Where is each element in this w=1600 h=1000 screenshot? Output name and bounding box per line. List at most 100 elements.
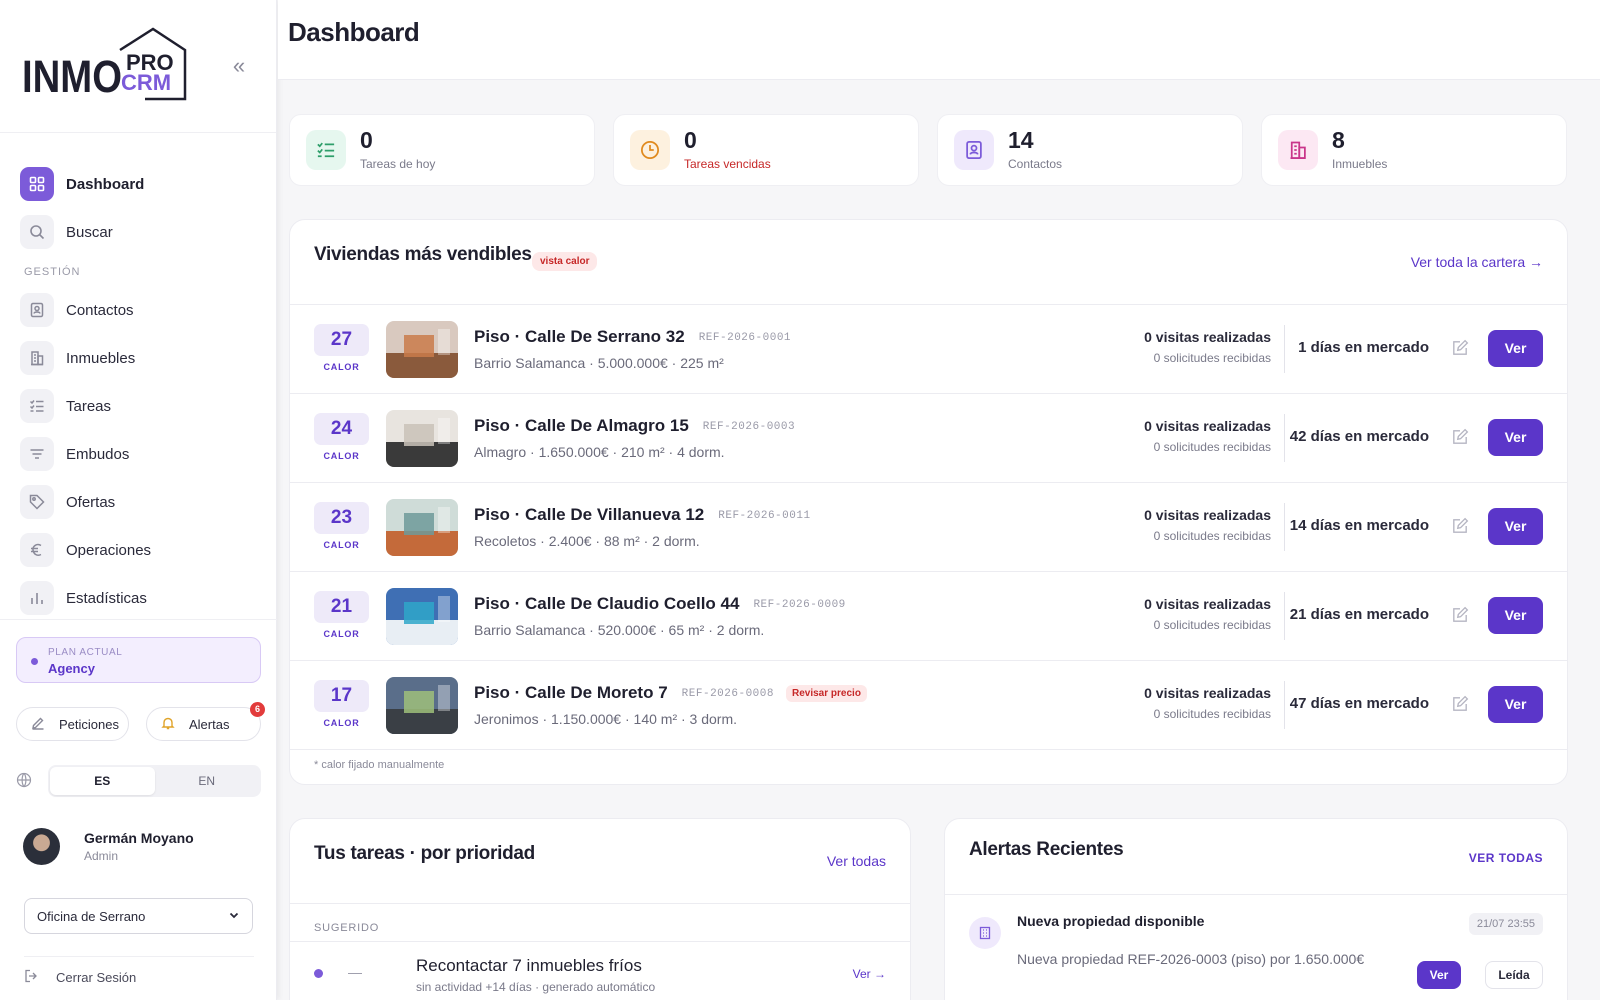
ver-property-button[interactable]: Ver <box>1488 330 1543 367</box>
property-title-text: Piso · Calle De Claudio Coello 44 <box>474 594 740 613</box>
property-title[interactable]: Piso · Calle De Almagro 15 REF-2026-0003 <box>474 416 795 436</box>
sidebar: INMO PRO CRM « Dashboard Buscar GESTIÓN … <box>0 0 277 1000</box>
property-row[interactable]: 21 CALOR Piso · Calle De Claudio Coello … <box>290 572 1567 661</box>
alertas-button[interactable]: Alertas 6 <box>146 702 265 741</box>
property-title[interactable]: Piso · Calle De Moreto 7 REF-2026-0008 Rev… <box>474 683 867 703</box>
topbar: Dashboard <box>278 0 1600 80</box>
stat-value: 0 <box>684 127 697 153</box>
sidebar-item-ofertas[interactable]: Ofertas <box>0 478 277 526</box>
property-title[interactable]: Piso · Calle De Villanueva 12 REF-2026-00… <box>474 505 811 525</box>
sidebar-item-estadisticas[interactable]: Estadísticas <box>0 574 277 622</box>
edit-icon[interactable] <box>1451 695 1469 713</box>
task-date: — <box>348 964 362 980</box>
current-plan-badge[interactable]: PLAN ACTUAL Agency <box>16 637 261 683</box>
peticiones-button[interactable]: Peticiones <box>16 707 129 741</box>
ver-todas-tareas-link[interactable]: Ver todas <box>827 853 886 869</box>
property-thumbnail[interactable] <box>386 588 458 645</box>
stat-card-contactos[interactable]: 14 Contactos <box>937 114 1243 186</box>
visits-count: 0 visitas realizadas <box>1144 596 1271 612</box>
heat-value: 27 <box>314 324 369 356</box>
edit-icon[interactable] <box>1451 339 1469 357</box>
visits-stats: 0 visitas realizadas 0 solicitudes recib… <box>1144 685 1271 721</box>
globe-icon <box>16 772 32 788</box>
contacts-icon <box>20 293 54 327</box>
days-on-market: 42 días en mercado <box>1289 428 1429 445</box>
office-select[interactable]: Oficina de Serrano <box>24 898 253 934</box>
ver-property-button[interactable]: Ver <box>1488 508 1543 545</box>
property-ref: REF-2026-0009 <box>753 599 846 611</box>
sidebar-item-buscar[interactable]: Buscar <box>0 208 277 256</box>
ver-cartera-link[interactable]: Ver toda la cartera → <box>1411 254 1543 270</box>
lang-option-es[interactable]: ES <box>50 767 155 795</box>
property-title[interactable]: Piso · Calle De Serrano 32 REF-2026-0001 <box>474 327 791 347</box>
edit-icon[interactable] <box>1451 517 1469 535</box>
heat-label: CALOR <box>323 540 360 550</box>
task-ver-link[interactable]: Ver → <box>853 967 886 981</box>
property-row[interactable]: 24 CALOR Piso · Calle De Almagro 15 REF-2… <box>290 394 1567 483</box>
ver-property-button[interactable]: Ver <box>1488 419 1543 456</box>
plan-name: Agency <box>48 661 95 676</box>
visits-count: 0 visitas realizadas <box>1144 685 1271 701</box>
sidebar-item-embudos[interactable]: Embudos <box>0 430 277 478</box>
alert-mark-read-button[interactable]: Leída <box>1485 961 1543 989</box>
building-icon <box>1278 130 1318 170</box>
stat-label: Contactos <box>1008 157 1063 171</box>
requests-count: 0 solicitudes recibidas <box>1153 529 1271 543</box>
page-title: Dashboard <box>288 17 420 47</box>
stat-label: Tareas de hoy <box>360 157 436 171</box>
sidebar-item-tareas[interactable]: Tareas <box>0 382 277 430</box>
collapse-sidebar-button[interactable]: « <box>228 55 250 78</box>
bar-chart-icon <box>20 581 54 615</box>
visits-stats: 0 visitas realizadas 0 solicitudes recib… <box>1144 507 1271 543</box>
task-title[interactable]: Recontactar 7 inmuebles fríos <box>416 956 642 976</box>
alert-ver-button[interactable]: Ver <box>1417 961 1461 989</box>
ver-todas-alertas-link[interactable]: VER TODAS <box>1469 851 1543 865</box>
stat-card-inmuebles[interactable]: 8 Inmuebles <box>1261 114 1567 186</box>
days-on-market: 47 días en mercado <box>1289 695 1429 712</box>
stat-value: 0 <box>360 127 373 153</box>
divider <box>1284 503 1285 551</box>
ver-property-button[interactable]: Ver <box>1488 597 1543 634</box>
sidebar-item-label: Tareas <box>66 397 112 415</box>
property-row[interactable]: 27 CALOR Piso · Calle De Serrano 32 REF-2… <box>290 305 1567 394</box>
property-row[interactable]: 17 CALOR Piso · Calle De Moreto 7 REF-202… <box>290 661 1567 750</box>
viviendas-title: Viviendas más vendibles <box>314 244 532 265</box>
days-on-market: 21 días en mercado <box>1289 606 1429 623</box>
edit-icon[interactable] <box>1451 606 1469 624</box>
checklist-icon <box>20 389 54 423</box>
heat-score: 24 CALOR <box>314 413 369 463</box>
heat-label: CALOR <box>323 718 360 728</box>
sidebar-item-operaciones[interactable]: Operaciones <box>0 526 277 574</box>
visits-count: 0 visitas realizadas <box>1144 418 1271 434</box>
requests-count: 0 solicitudes recibidas <box>1153 440 1271 454</box>
property-thumbnail[interactable] <box>386 499 458 556</box>
alertas-label: Alertas <box>189 716 230 732</box>
contacts-icon <box>954 130 994 170</box>
stat-card-tareas-hoy[interactable]: 0 Tareas de hoy <box>289 114 595 186</box>
lang-option-en[interactable]: EN <box>155 767 260 795</box>
sidebar-item-inmuebles[interactable]: Inmuebles <box>0 334 277 382</box>
property-thumbnail[interactable] <box>386 410 458 467</box>
property-thumbnail[interactable] <box>386 677 458 734</box>
logout-button[interactable]: Cerrar Sesión <box>24 956 254 986</box>
logout-label: Cerrar Sesión <box>56 970 137 985</box>
alert-description: Nueva propiedad REF-2026-0003 (piso) por… <box>1017 951 1365 967</box>
heat-view-tag: vista calor <box>532 252 598 271</box>
sidebar-item-contactos[interactable]: Contactos <box>0 286 277 334</box>
stat-card-tareas-vencidas[interactable]: 0 Tareas vencidas <box>613 114 919 186</box>
property-title-text: Piso · Calle De Moreto 7 <box>474 683 668 702</box>
sidebar-item-label: Embudos <box>66 445 130 463</box>
property-thumbnail[interactable] <box>386 321 458 378</box>
ver-property-button[interactable]: Ver <box>1488 686 1543 723</box>
sidebar-item-dashboard[interactable]: Dashboard <box>0 160 277 208</box>
inmopro-crm-logo[interactable]: INMO PRO CRM <box>22 26 190 102</box>
viviendas-card: Viviendas más vendibles vista calor Ver … <box>289 219 1568 785</box>
property-details: Jeronimos · 1.150.000€ · 140 m² · 3 dorm… <box>474 711 738 727</box>
divider <box>1284 681 1285 729</box>
property-title[interactable]: Piso · Calle De Claudio Coello 44 REF-202… <box>474 594 846 614</box>
suggested-section-label: SUGERIDO <box>314 922 380 934</box>
edit-icon[interactable] <box>1451 428 1469 446</box>
property-ref: REF-2026-0001 <box>698 332 792 344</box>
user-role: Admin <box>84 849 119 863</box>
property-row[interactable]: 23 CALOR Piso · Calle De Villanueva 12 RE… <box>290 483 1567 572</box>
